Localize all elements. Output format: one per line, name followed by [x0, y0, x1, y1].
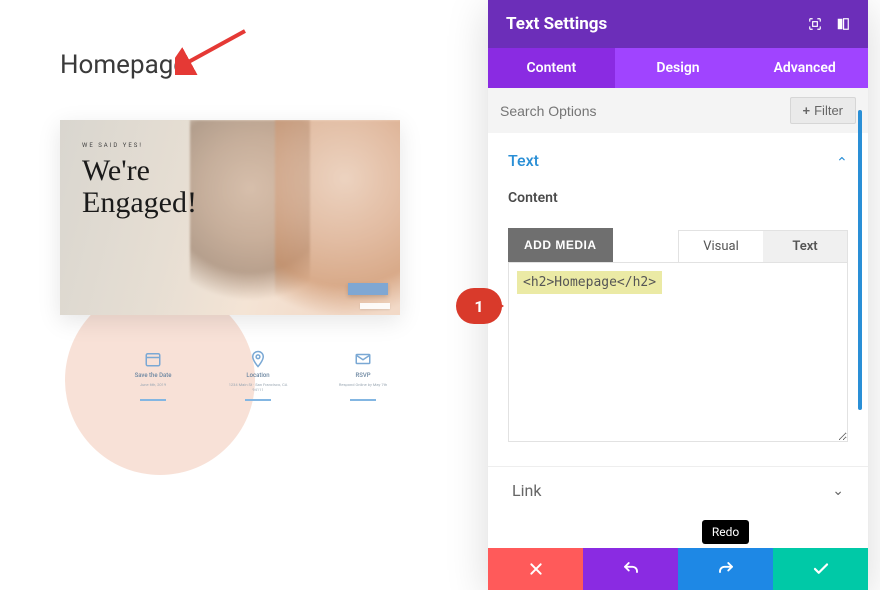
text-settings-panel: Text Settings Content Design Advanced +F…	[488, 0, 868, 590]
feature-underline	[245, 399, 271, 401]
tab-content[interactable]: Content	[488, 48, 615, 88]
hero-cta-button	[348, 283, 388, 295]
feature-item: Save the Date June 6th, 2019	[118, 350, 188, 401]
envelope-icon	[354, 350, 372, 368]
hero-headline-line: We're	[82, 154, 150, 187]
feature-sub: 1234 Main St · San Francisco, CA 94111	[223, 383, 293, 391]
content-label: Content	[508, 190, 848, 206]
undo-button[interactable]	[583, 548, 678, 590]
search-row: +Filter	[488, 88, 868, 133]
editor-tab-text[interactable]: Text	[763, 231, 847, 262]
tab-design[interactable]: Design	[615, 48, 742, 88]
section-link-title: Link	[512, 481, 541, 500]
panel-title: Text Settings	[506, 14, 607, 34]
template-preview: WE SAID YES! We're Engaged! Save the Dat…	[60, 120, 400, 450]
hero-card: WE SAID YES! We're Engaged!	[60, 120, 400, 315]
close-icon	[528, 561, 544, 577]
panel-view-icon[interactable]	[836, 17, 850, 31]
section-text: Text ⌄ Content ADD MEDIA Visual Text <h2…	[488, 133, 868, 548]
tooltip-redo: Redo	[702, 520, 749, 544]
feature-underline	[140, 399, 166, 401]
feature-label: Location	[246, 372, 269, 379]
hero-cta-secondary	[360, 303, 390, 309]
filter-button-label: Filter	[814, 103, 843, 118]
calendar-icon	[144, 350, 162, 368]
feature-underline	[350, 399, 376, 401]
expand-icon[interactable]	[808, 17, 822, 31]
search-input[interactable]	[500, 103, 714, 119]
redo-icon	[717, 560, 735, 578]
feature-item: RSVP Respond Online by May 7th	[328, 350, 398, 401]
save-button[interactable]	[773, 548, 868, 590]
feature-item: Location 1234 Main St · San Francisco, C…	[223, 350, 293, 401]
feature-sub: Respond Online by May 7th	[339, 383, 387, 391]
filter-button[interactable]: +Filter	[790, 97, 856, 124]
chevron-down-icon: ⌄	[832, 483, 844, 499]
section-link-header[interactable]: Link ⌄	[488, 466, 868, 514]
panel-tabs: Content Design Advanced	[488, 48, 868, 88]
section-text-header[interactable]: Text ⌄	[508, 145, 848, 184]
feature-label: RSVP	[355, 372, 370, 379]
add-media-button[interactable]: ADD MEDIA	[508, 228, 613, 262]
content-textarea[interactable]: <h2>Homepage</h2>	[508, 262, 848, 442]
undo-icon	[622, 560, 640, 578]
cancel-button[interactable]	[488, 548, 583, 590]
tab-advanced[interactable]: Advanced	[741, 48, 868, 88]
panel-header: Text Settings	[488, 0, 868, 48]
panel-actions: Redo	[488, 548, 868, 590]
feature-row: Save the Date June 6th, 2019 Location 12…	[118, 350, 398, 401]
hero-headline: We're Engaged!	[82, 155, 197, 218]
editor-tabs: Visual Text	[678, 230, 848, 262]
page-title: Homepage	[60, 50, 420, 80]
scrollbar[interactable]	[858, 110, 862, 410]
hero-eyebrow: WE SAID YES!	[82, 142, 197, 149]
feature-label: Save the Date	[135, 372, 172, 379]
hero-headline-line: Engaged!	[82, 186, 197, 219]
location-icon	[249, 350, 267, 368]
check-icon	[812, 560, 830, 578]
section-text-title: Text	[508, 151, 539, 170]
redo-button[interactable]: Redo	[678, 548, 773, 590]
page-preview: Homepage WE SAID YES! We're Engaged!	[0, 0, 480, 590]
editor-tab-visual[interactable]: Visual	[679, 231, 763, 262]
content-textarea-value: <h2>Homepage</h2>	[517, 271, 662, 294]
chevron-up-icon: ⌄	[836, 153, 848, 169]
feature-sub: June 6th, 2019	[140, 383, 166, 391]
